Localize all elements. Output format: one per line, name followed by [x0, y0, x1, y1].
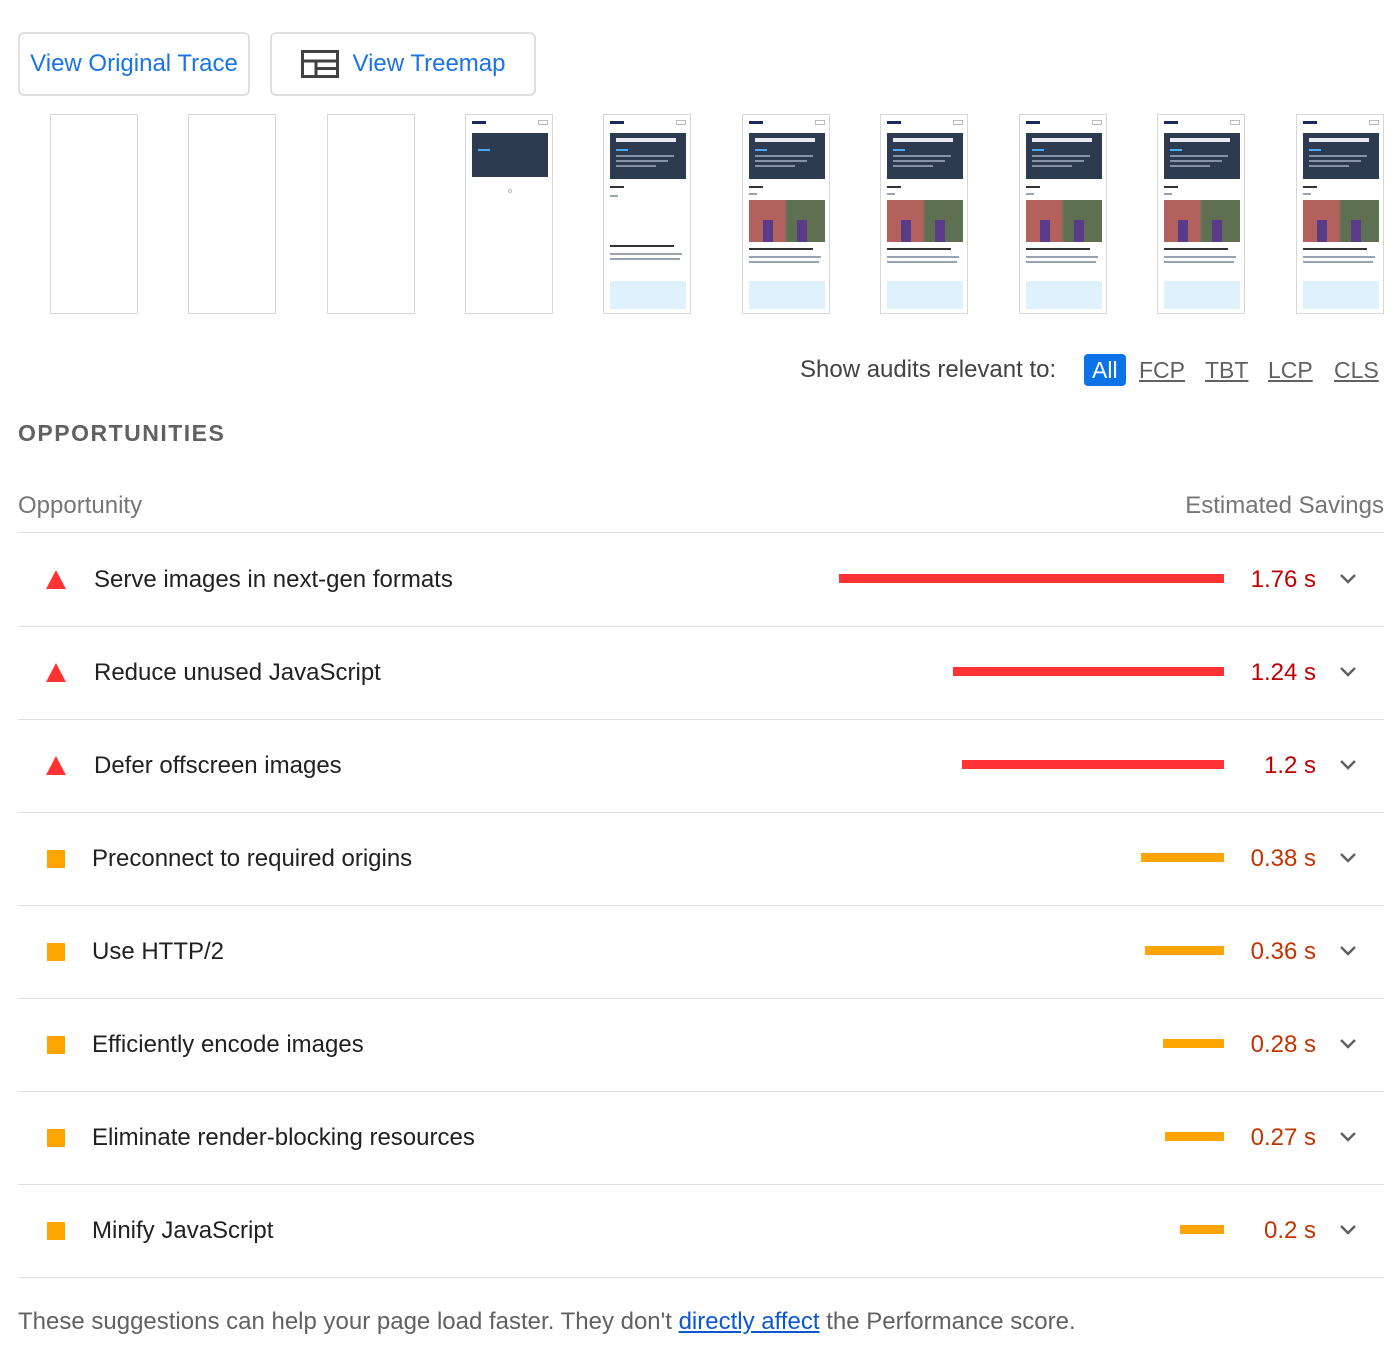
filter-chip-tbt[interactable]: TBT	[1205, 354, 1248, 386]
opportunity-row[interactable]: Efficiently encode images 0.28 s	[18, 999, 1384, 1092]
filter-chip-lcp[interactable]: LCP	[1268, 354, 1313, 386]
average-square-icon	[47, 850, 65, 868]
savings-bar	[1145, 946, 1224, 955]
warning-triangle-icon	[46, 756, 66, 775]
savings-value: 1.76 s	[1250, 566, 1316, 593]
chevron-down-icon[interactable]	[1338, 572, 1358, 586]
average-square-icon	[47, 1036, 65, 1054]
footer-note: These suggestions can help your page loa…	[18, 1308, 1076, 1336]
savings-bar	[839, 574, 1224, 583]
view-treemap-label: View Treemap	[352, 50, 506, 77]
directly-affect-link[interactable]: directly affect	[679, 1308, 820, 1335]
view-original-trace-label: View Original Trace	[30, 50, 238, 77]
opportunity-title: Preconnect to required origins	[92, 845, 413, 872]
savings-bar	[1141, 853, 1224, 862]
opportunity-row[interactable]: Eliminate render-blocking resources 0.27 …	[18, 1092, 1384, 1185]
opportunity-title: Use HTTP/2	[92, 938, 225, 965]
filmstrip-frame-loading	[603, 114, 691, 314]
filmstrip-frame-loaded	[1157, 114, 1245, 314]
filmstrip-frame-loaded	[742, 114, 830, 314]
chevron-down-icon[interactable]	[1338, 851, 1358, 865]
audit-filter-label: Show audits relevant to:	[800, 356, 1057, 383]
column-header-savings: Estimated Savings	[1185, 492, 1384, 519]
chevron-down-icon[interactable]	[1338, 665, 1358, 679]
filter-chip-fcp[interactable]: FCP	[1139, 354, 1185, 386]
opportunity-title: Reduce unused JavaScript	[94, 659, 381, 686]
opportunity-row[interactable]: Preconnect to required origins 0.38 s	[18, 813, 1384, 906]
chevron-down-icon[interactable]	[1338, 944, 1358, 958]
savings-value: 0.2 s	[1263, 1217, 1316, 1244]
opportunity-title: Serve images in next-gen formats	[94, 566, 453, 593]
view-original-trace-button[interactable]: View Original Trace	[18, 32, 250, 96]
opportunity-row[interactable]: Minify JavaScript 0.2 s	[18, 1185, 1384, 1278]
opportunity-row[interactable]: Reduce unused JavaScript 1.24 s	[18, 627, 1384, 720]
savings-bar	[1180, 1225, 1224, 1234]
filter-chip-all[interactable]: All	[1084, 354, 1126, 386]
savings-bar	[1163, 1039, 1224, 1048]
filmstrip-frame-blank	[188, 114, 276, 314]
filmstrip-frame-partial	[465, 114, 553, 314]
savings-value: 0.36 s	[1250, 938, 1316, 965]
average-square-icon	[47, 1129, 65, 1147]
average-square-icon	[47, 1222, 65, 1240]
filter-chip-cls[interactable]: CLS	[1334, 354, 1379, 386]
warning-triangle-icon	[46, 570, 66, 589]
filmstrip-frame-loaded	[1019, 114, 1107, 314]
opportunity-row[interactable]: Defer offscreen images 1.2 s	[18, 720, 1384, 813]
opportunity-title: Eliminate render-blocking resources	[92, 1124, 475, 1151]
treemap-icon	[300, 50, 339, 78]
footer-text-before: These suggestions can help your page loa…	[18, 1308, 679, 1335]
chevron-down-icon[interactable]	[1338, 758, 1358, 772]
footer-text-after: the Performance score.	[819, 1308, 1076, 1335]
filmstrip-frame-loaded	[880, 114, 968, 314]
savings-value: 0.27 s	[1250, 1124, 1316, 1151]
filmstrip-frame-loaded	[1296, 114, 1384, 314]
savings-bar	[953, 667, 1224, 676]
average-square-icon	[47, 943, 65, 961]
savings-bar	[1165, 1132, 1224, 1141]
warning-triangle-icon	[46, 663, 66, 682]
opportunity-title: Efficiently encode images	[92, 1031, 364, 1058]
opportunity-row[interactable]: Use HTTP/2 0.36 s	[18, 906, 1384, 999]
column-header-opportunity: Opportunity	[18, 492, 143, 519]
savings-value: 0.28 s	[1250, 1031, 1316, 1058]
chevron-down-icon[interactable]	[1338, 1037, 1358, 1051]
header-divider	[18, 532, 1384, 533]
savings-value: 0.38 s	[1250, 845, 1316, 872]
savings-bar	[962, 760, 1224, 769]
filmstrip-frame-blank	[50, 114, 138, 314]
savings-value: 1.2 s	[1263, 752, 1316, 779]
chevron-down-icon[interactable]	[1338, 1130, 1358, 1144]
view-treemap-button[interactable]: View Treemap	[270, 32, 536, 96]
savings-value: 1.24 s	[1250, 659, 1316, 686]
opportunity-title: Defer offscreen images	[94, 752, 342, 779]
opportunity-title: Minify JavaScript	[92, 1217, 274, 1244]
chevron-down-icon[interactable]	[1338, 1223, 1358, 1237]
section-title: OPPORTUNITIES	[18, 420, 226, 446]
opportunity-row[interactable]: Serve images in next-gen formats 1.76 s	[18, 534, 1384, 627]
filmstrip-frame-blank	[327, 114, 415, 314]
filmstrip	[0, 114, 1400, 314]
